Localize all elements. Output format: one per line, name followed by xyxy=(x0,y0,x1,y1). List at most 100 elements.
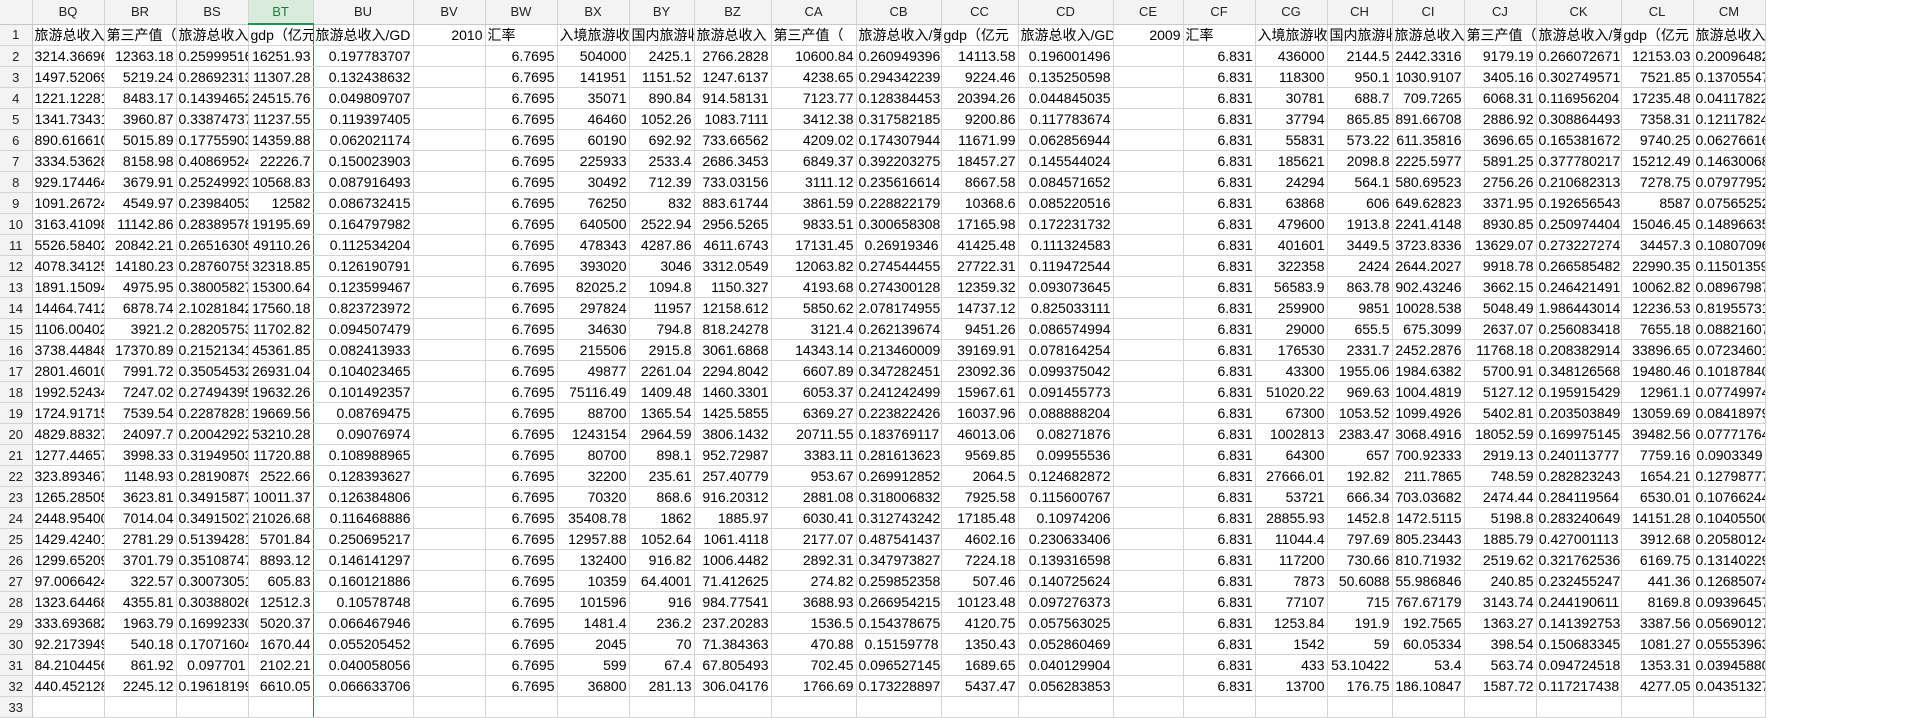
cell[interactable]: 11768.18 xyxy=(1464,339,1537,361)
cell[interactable]: 401601 xyxy=(1255,234,1328,256)
cell[interactable]: 929.1744646 xyxy=(32,171,105,193)
cell[interactable]: 28855.93 xyxy=(1255,507,1328,529)
cell[interactable]: 8587 xyxy=(1621,192,1694,214)
cell[interactable]: 0.085220516 xyxy=(1018,192,1114,214)
cell[interactable]: 715 xyxy=(1327,591,1393,613)
cell[interactable]: 17165.98 xyxy=(941,213,1019,235)
cell[interactable]: 6.7695 xyxy=(485,255,558,277)
cell[interactable]: 67.805493 xyxy=(694,654,772,676)
cell[interactable]: 6.7695 xyxy=(485,654,558,676)
cell[interactable]: 666.34 xyxy=(1327,486,1393,508)
cell[interactable]: 3921.2 xyxy=(104,318,177,340)
cell[interactable]: 0.266072671 xyxy=(1536,45,1622,67)
cell[interactable] xyxy=(1113,654,1184,676)
cell[interactable]: 0.273227274 xyxy=(1536,234,1622,256)
cell[interactable]: 7873 xyxy=(1255,570,1328,592)
cell[interactable] xyxy=(1693,696,1766,718)
cell[interactable]: 70 xyxy=(629,633,695,655)
cell[interactable]: 0.11501359 xyxy=(1693,255,1766,277)
cell[interactable]: 67.4 xyxy=(629,654,695,676)
cell[interactable]: 6169.75 xyxy=(1621,549,1694,571)
cell[interactable]: 0.173228897 xyxy=(856,675,942,697)
row-header[interactable]: 29 xyxy=(0,612,33,634)
cell[interactable]: 0.04117822 xyxy=(1693,87,1766,109)
column-header-bs[interactable]: BS xyxy=(176,0,249,25)
cell[interactable]: 59 xyxy=(1327,633,1393,655)
cell[interactable]: 0.286923133 xyxy=(176,66,249,88)
cell[interactable]: 0.823723972 xyxy=(313,297,414,319)
cell[interactable]: 0.06276616 xyxy=(1693,129,1766,151)
cell[interactable]: 700.92333 xyxy=(1392,444,1465,466)
cell[interactable]: 564.1 xyxy=(1327,171,1393,193)
cell[interactable]: 0.141392753 xyxy=(1536,612,1622,634)
cell[interactable]: 3723.8336 xyxy=(1392,234,1465,256)
cell[interactable]: 14343.14 xyxy=(771,339,857,361)
cell[interactable]: 0.091455773 xyxy=(1018,381,1114,403)
cell[interactable]: 14464.74121 xyxy=(32,297,105,319)
cell[interactable]: 2.102818425 xyxy=(176,297,249,319)
cell[interactable]: 1253.84 xyxy=(1255,612,1328,634)
cell[interactable]: 5219.24 xyxy=(104,66,177,88)
cell[interactable]: 898.1 xyxy=(629,444,695,466)
cell[interactable]: 1587.72 xyxy=(1464,675,1537,697)
cell[interactable]: 479600 xyxy=(1255,213,1328,235)
cell[interactable]: 6.831 xyxy=(1183,318,1256,340)
cell[interactable]: 23092.36 xyxy=(941,360,1019,382)
cell[interactable]: 1363.27 xyxy=(1464,612,1537,634)
cell[interactable]: 215506 xyxy=(557,339,630,361)
cell[interactable]: 0.096527145 xyxy=(856,654,942,676)
cell[interactable]: 6.7695 xyxy=(485,318,558,340)
cell[interactable]: 4209.02 xyxy=(771,129,857,151)
cell[interactable]: 0.052860469 xyxy=(1018,633,1114,655)
cell[interactable]: 6.831 xyxy=(1183,654,1256,676)
cell[interactable]: 0.283240649 xyxy=(1536,507,1622,529)
column-header-ck[interactable]: CK xyxy=(1536,0,1622,25)
cell[interactable] xyxy=(1113,129,1184,151)
cell[interactable]: 19480.46 xyxy=(1621,360,1694,382)
cell[interactable]: 0.140725624 xyxy=(1018,570,1114,592)
cell[interactable]: 67300 xyxy=(1255,402,1328,424)
row-header[interactable]: 9 xyxy=(0,192,33,214)
cell[interactable] xyxy=(1113,612,1184,634)
cell[interactable]: 41425.48 xyxy=(941,234,1019,256)
cell[interactable]: 6.7695 xyxy=(485,423,558,445)
cell[interactable]: 4829.883271 xyxy=(32,423,105,445)
cell[interactable] xyxy=(1113,150,1184,172)
cell[interactable]: 0.139316598 xyxy=(1018,549,1114,571)
cell[interactable]: 5048.49 xyxy=(1464,297,1537,319)
cell[interactable]: 891.66708 xyxy=(1392,108,1465,130)
cell[interactable]: 1341.734314 xyxy=(32,108,105,130)
cell[interactable]: 0.040058056 xyxy=(313,654,414,676)
cell[interactable]: 0.14630068 xyxy=(1693,150,1766,172)
cell[interactable]: 1004.4819 xyxy=(1392,381,1465,403)
cell[interactable]: 0.302749571 xyxy=(1536,66,1622,88)
cell[interactable] xyxy=(1113,381,1184,403)
cell[interactable]: 13629.07 xyxy=(1464,234,1537,256)
cell[interactable]: 旅游总收入 xyxy=(694,23,772,46)
cell[interactable]: 0.07565252 xyxy=(1693,192,1766,214)
cell[interactable]: 37794 xyxy=(1255,108,1328,130)
cell[interactable]: 0.03945880 xyxy=(1693,654,1766,676)
cell[interactable]: 旅游总收入/GD xyxy=(313,23,414,46)
cell[interactable]: 2519.62 xyxy=(1464,549,1537,571)
cell[interactable]: 2915.8 xyxy=(629,339,695,361)
cell[interactable]: 0.210682313 xyxy=(1536,171,1622,193)
cell[interactable]: 794.8 xyxy=(629,318,695,340)
cell[interactable]: 10011.37 xyxy=(247,486,314,508)
cell[interactable]: 0.170716048 xyxy=(176,633,249,655)
cell[interactable]: 1992.524346 xyxy=(32,381,105,403)
row-header[interactable]: 14 xyxy=(0,297,33,319)
cell[interactable] xyxy=(1113,213,1184,235)
cell[interactable]: 45361.85 xyxy=(247,339,314,361)
cell[interactable]: 0.07977952 xyxy=(1693,171,1766,193)
cell[interactable]: 10359 xyxy=(557,570,630,592)
cell[interactable]: 2144.5 xyxy=(1327,45,1393,67)
cell[interactable]: 440.452128 xyxy=(32,675,105,697)
cell[interactable]: 22990.35 xyxy=(1621,255,1694,277)
cell[interactable]: 1353.31 xyxy=(1621,654,1694,676)
cell[interactable] xyxy=(941,696,1019,718)
cell[interactable]: 入境旅游收 xyxy=(1255,23,1328,46)
cell[interactable] xyxy=(1113,339,1184,361)
cell[interactable]: 6.7695 xyxy=(485,87,558,109)
row-header[interactable]: 27 xyxy=(0,570,33,592)
